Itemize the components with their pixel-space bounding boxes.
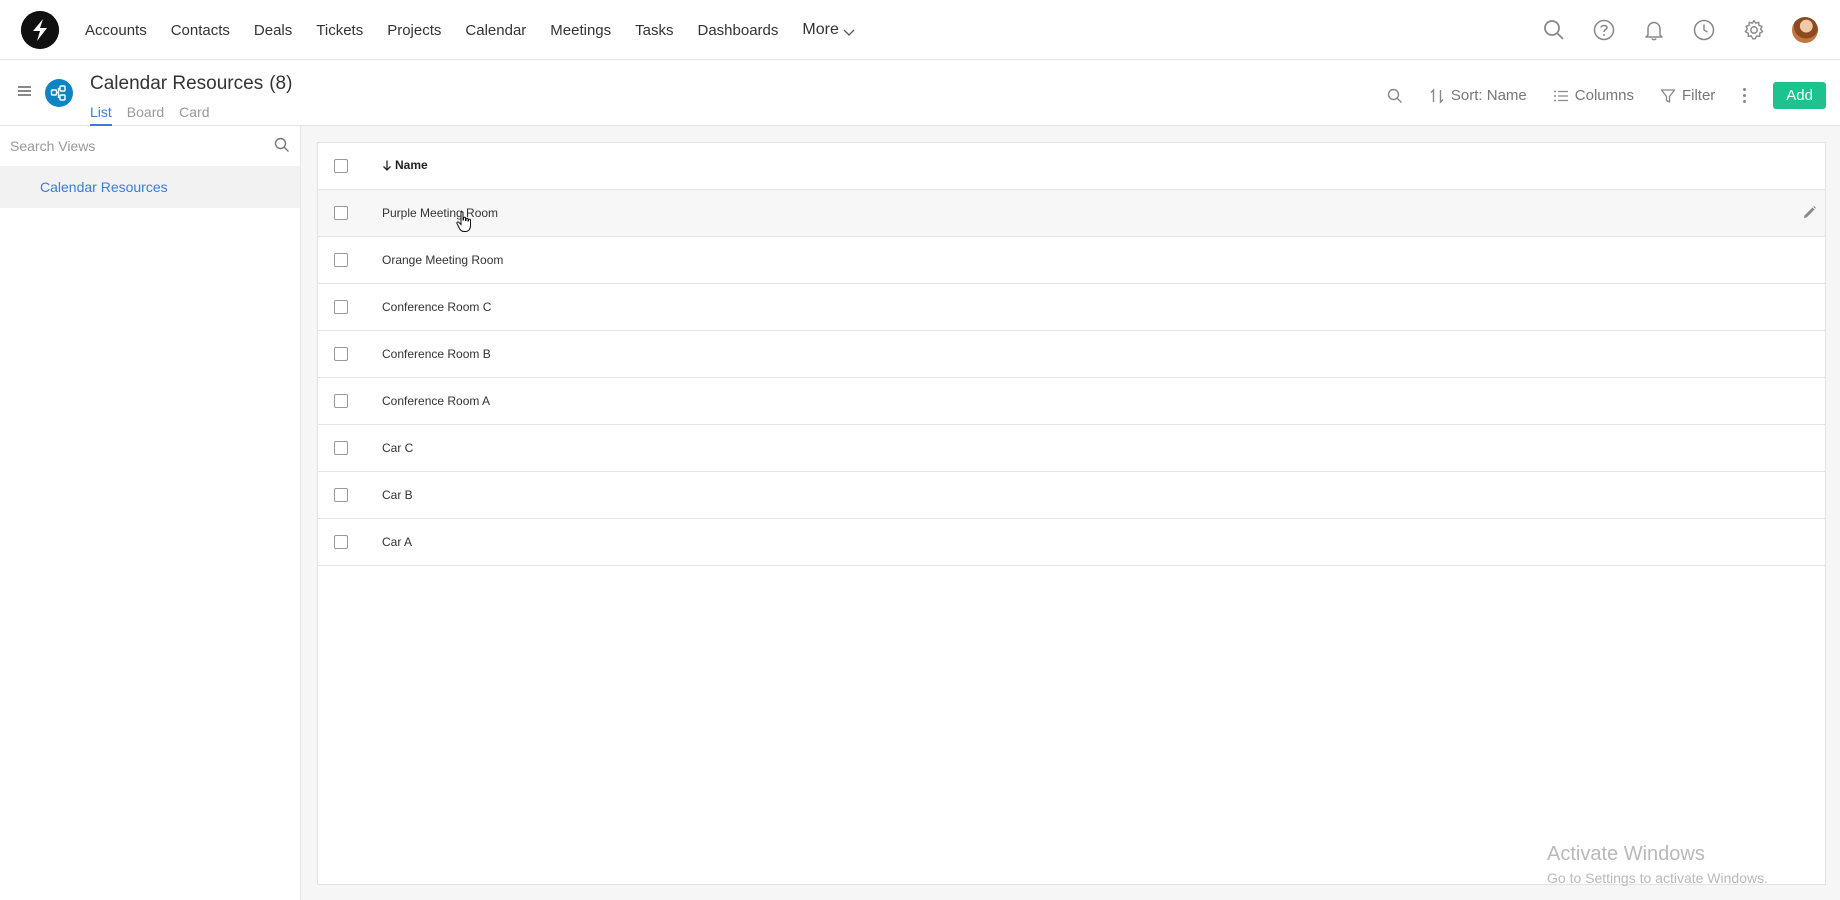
sort-button[interactable]: Sort: Name bbox=[1429, 87, 1527, 104]
nav-accounts[interactable]: Accounts bbox=[85, 22, 147, 39]
user-avatar[interactable] bbox=[1792, 17, 1818, 43]
watermark-subtitle: Go to Settings to activate Windows. bbox=[1547, 870, 1768, 886]
filter-button[interactable]: Filter bbox=[1660, 87, 1715, 104]
page-title: Calendar Resources (8) bbox=[90, 73, 292, 95]
list-toolbar: Sort: Name Columns Filter Add bbox=[1361, 82, 1826, 109]
nav-contacts[interactable]: Contacts bbox=[171, 22, 230, 39]
row-name-link[interactable]: Conference Room A bbox=[382, 394, 490, 408]
row-name-link[interactable]: Conference Room B bbox=[382, 347, 491, 361]
sort-icon bbox=[1430, 87, 1444, 104]
search-icon bbox=[1387, 88, 1402, 103]
app-logo-icon[interactable] bbox=[21, 11, 59, 49]
row-name-link[interactable]: Car A bbox=[382, 535, 412, 549]
view-tabs: List Board Card bbox=[90, 104, 210, 126]
hamburger-menu-icon[interactable] bbox=[18, 86, 31, 96]
hand-pointer-cursor-icon bbox=[456, 211, 471, 232]
row-name-link[interactable]: Car B bbox=[382, 488, 413, 502]
search-icon[interactable] bbox=[1542, 18, 1566, 42]
more-options-icon[interactable] bbox=[1741, 88, 1747, 103]
row-checkbox[interactable] bbox=[334, 394, 348, 408]
views-sidebar: Calendar Resources bbox=[0, 126, 301, 900]
table-row[interactable]: Car A bbox=[318, 519, 1825, 566]
column-header-name[interactable]: Name bbox=[382, 158, 428, 172]
filter-icon bbox=[1660, 88, 1676, 103]
nav-deals[interactable]: Deals bbox=[254, 22, 292, 39]
nav-tasks[interactable]: Tasks bbox=[635, 22, 673, 39]
select-all-checkbox[interactable] bbox=[334, 159, 348, 173]
table-row[interactable]: Conference Room B bbox=[318, 331, 1825, 378]
row-name-link[interactable]: Car C bbox=[382, 441, 413, 455]
top-navbar: Accounts Contacts Deals Tickets Projects… bbox=[0, 0, 1840, 60]
filter-label: Filter bbox=[1681, 87, 1716, 104]
clock-icon[interactable] bbox=[1692, 18, 1716, 42]
sidebar-item-calendar-resources[interactable]: Calendar Resources bbox=[0, 166, 300, 208]
gear-icon[interactable] bbox=[1742, 18, 1766, 42]
column-header-label: Name bbox=[395, 158, 428, 172]
list-columns-icon bbox=[1553, 90, 1568, 101]
table-row[interactable]: Conference Room A bbox=[318, 378, 1825, 425]
row-checkbox[interactable] bbox=[334, 253, 348, 267]
search-views-box bbox=[0, 126, 300, 166]
help-icon[interactable] bbox=[1592, 18, 1616, 42]
table-row[interactable]: Orange Meeting Room bbox=[318, 237, 1825, 284]
row-checkbox[interactable] bbox=[334, 535, 348, 549]
windows-activation-watermark: Activate Windows Go to Settings to activ… bbox=[1547, 843, 1768, 886]
row-name-link[interactable]: Conference Room C bbox=[382, 300, 491, 314]
main-nav: Accounts Contacts Deals Tickets Projects… bbox=[85, 0, 879, 60]
nav-dashboards[interactable]: Dashboards bbox=[698, 22, 779, 39]
main-content: Name Purple Meeting Room Orange Meeting … bbox=[301, 126, 1840, 900]
page-header: Calendar Resources (8) List Board Card So… bbox=[0, 60, 1840, 126]
watermark-title: Activate Windows bbox=[1547, 843, 1705, 865]
sort-arrow-down-icon bbox=[383, 160, 391, 171]
nav-calendar[interactable]: Calendar bbox=[465, 22, 526, 39]
nav-tickets[interactable]: Tickets bbox=[316, 22, 363, 39]
tab-card[interactable]: Card bbox=[179, 104, 209, 126]
table-row[interactable]: Purple Meeting Room bbox=[318, 190, 1825, 237]
row-checkbox[interactable] bbox=[334, 488, 348, 502]
notification-bell-icon[interactable] bbox=[1642, 18, 1666, 42]
row-checkbox[interactable] bbox=[334, 441, 348, 455]
row-checkbox[interactable] bbox=[334, 206, 348, 220]
page-title-text: Calendar Resources bbox=[90, 73, 264, 94]
table-header: Name bbox=[318, 143, 1825, 190]
list-search-button[interactable] bbox=[1387, 88, 1403, 104]
record-count: (8) bbox=[269, 73, 293, 94]
nav-meetings[interactable]: Meetings bbox=[550, 22, 611, 39]
sort-label: Sort: Name bbox=[1450, 87, 1527, 104]
chevron-down-icon bbox=[843, 29, 855, 36]
columns-button[interactable]: Columns bbox=[1553, 87, 1634, 104]
add-button[interactable]: Add bbox=[1773, 82, 1826, 109]
search-views-input[interactable] bbox=[10, 135, 260, 157]
table-row[interactable]: Car B bbox=[318, 472, 1825, 519]
row-name-link[interactable]: Purple Meeting Room bbox=[382, 206, 498, 220]
row-checkbox[interactable] bbox=[334, 347, 348, 361]
tab-list[interactable]: List bbox=[90, 104, 112, 126]
nav-more-menu[interactable]: More bbox=[802, 21, 855, 39]
table-row[interactable]: Conference Room C bbox=[318, 284, 1825, 331]
row-checkbox[interactable] bbox=[334, 300, 348, 314]
pencil-edit-icon[interactable] bbox=[1802, 205, 1817, 220]
calendar-resources-icon bbox=[45, 79, 73, 107]
table-row[interactable]: Car C bbox=[318, 425, 1825, 472]
nav-projects[interactable]: Projects bbox=[387, 22, 441, 39]
top-icon-bar bbox=[1542, 0, 1840, 60]
tab-board[interactable]: Board bbox=[127, 104, 164, 126]
nav-more-label: More bbox=[802, 21, 839, 38]
search-icon[interactable] bbox=[274, 137, 290, 153]
records-table: Name Purple Meeting Room Orange Meeting … bbox=[317, 142, 1826, 885]
row-name-link[interactable]: Orange Meeting Room bbox=[382, 253, 503, 267]
columns-label: Columns bbox=[1574, 87, 1634, 104]
